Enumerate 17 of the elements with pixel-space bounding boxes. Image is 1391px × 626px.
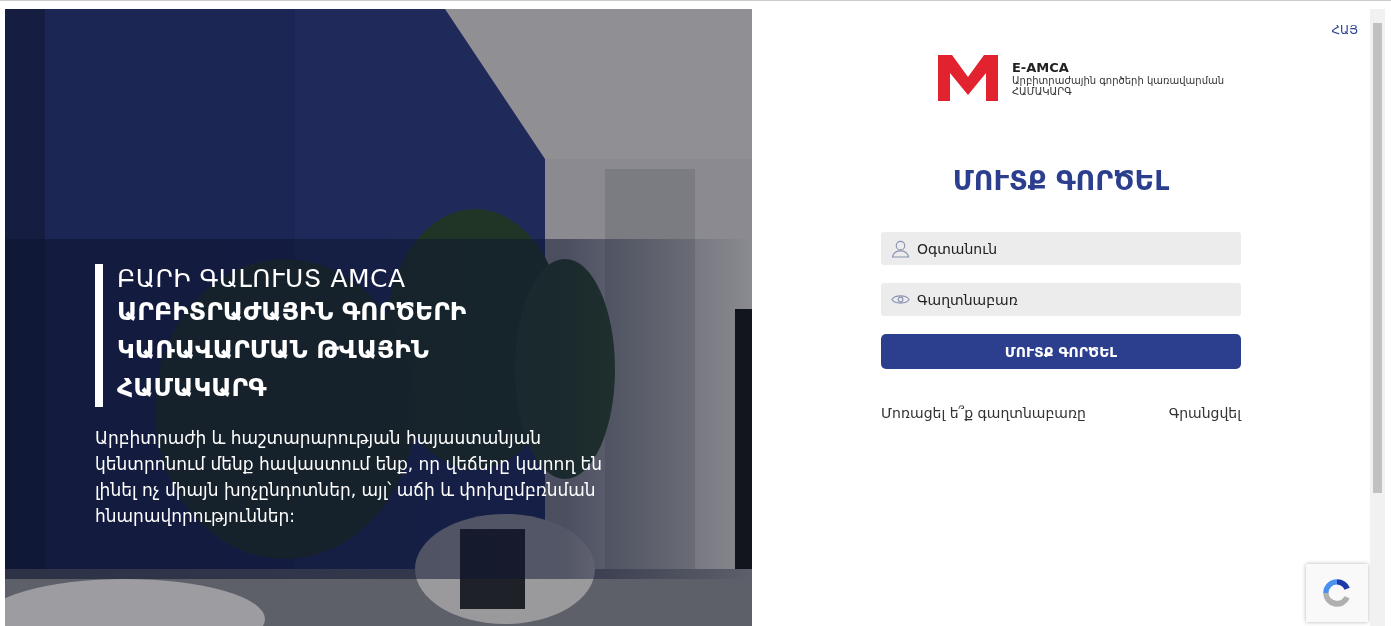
login-button[interactable]: ՄՈՒՏՔ ԳՈՐԾԵԼ <box>881 334 1241 369</box>
hero-headline: ԱՐԲԻՏՐԱԺԱՅԻՆ ԳՈՐԾԵՐԻ ԿԱՌԱՎԱՐՄԱՆ ԹՎԱՅԻՆ ՀԱՄԱԿԱՐԳ <box>117 296 468 404</box>
password-field[interactable]: Գաղտնաբառ <box>881 283 1241 316</box>
brand-subtitle: ՀԱՄԱԿԱՐԳ <box>1011 85 1072 97</box>
scrollbar[interactable] <box>1370 9 1385 626</box>
login-title: ՄՈՒՏՔ ԳՈՐԾԵԼ <box>952 165 1170 196</box>
captcha-badge[interactable] <box>1306 564 1368 622</box>
language-link[interactable]: ՀԱՅ <box>1331 23 1358 37</box>
brand-name: E-AMCA <box>1011 59 1070 75</box>
brand-subtitle: Արբիտրաժային գործերի կառավարման <box>1011 74 1225 86</box>
hero-description: Արբիտրաժի և հաշտարարության հայաստանյան կենտրոնում մենք հավաստում ենք, որ վեճերը կարող են լինել ոչ միայն խոչընդոտներ, այլ՝ աճի և փոխըմբռնման հնարավորություններ: <box>95 427 604 528</box>
forgot-password-link[interactable]: Մոռացել ե՞ք գաղտնաբառը <box>881 405 1086 421</box>
welcome-heading: ԲԱՐԻ ԳԱԼՈՒՍՏ AMCA <box>117 264 407 293</box>
username-field[interactable]: Օգտանուն <box>881 232 1241 265</box>
user-icon <box>891 239 910 258</box>
register-link[interactable]: Գրանցվել <box>1168 405 1241 421</box>
logo-icon <box>937 55 998 101</box>
